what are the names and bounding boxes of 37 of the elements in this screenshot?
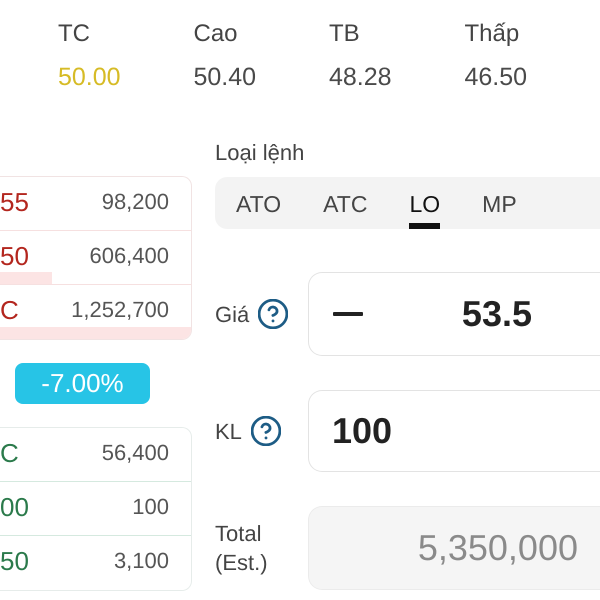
price-field[interactable]: 53.5 [308, 272, 600, 356]
stat-value: 46.50 [464, 62, 528, 93]
order-volume: 98,200 [102, 188, 169, 216]
order-price: 00 [0, 490, 29, 522]
order-volume: 606,400 [89, 242, 169, 270]
price-value: 53.5 [460, 293, 533, 335]
order-volume: 56,400 [102, 438, 169, 466]
stat-label: Cao [194, 19, 238, 49]
stat-value: 48.28 [329, 62, 392, 93]
stat-value: 50.00 [58, 62, 121, 93]
field-label: Giá [215, 300, 250, 328]
order-volume: 1,252,700 [71, 296, 169, 324]
order-price: 50 [0, 545, 29, 577]
order-type-tab[interactable]: ATO [236, 177, 282, 229]
quantity-field[interactable]: 100 [308, 390, 600, 472]
help-icon[interactable] [258, 299, 288, 329]
order-type-tab[interactable]: ATC [323, 177, 368, 229]
order-volume: 3,100 [114, 547, 169, 575]
help-icon[interactable] [250, 416, 281, 446]
order-volume: 100 [132, 492, 169, 520]
order-price: 55 [0, 186, 29, 218]
percent-badge: -7.00% [15, 363, 150, 404]
stat-label: TB [329, 19, 360, 49]
stat-label: TC [58, 19, 90, 49]
order-type-tab[interactable]: LO [409, 177, 440, 229]
order-type-label: Loại lệnh [215, 140, 304, 166]
total-value: 5,350,000 [418, 527, 578, 569]
order-price: 50 [0, 240, 29, 272]
field-label: KL [215, 418, 242, 446]
field-label: Total (Est.) [215, 520, 269, 577]
order-price: C [0, 294, 19, 326]
minus-icon [333, 312, 363, 316]
quantity-value: 100 [332, 410, 392, 452]
stat-value: 50.40 [194, 62, 256, 93]
order-type-tab[interactable]: MP [482, 177, 517, 229]
order-price: C [0, 436, 19, 468]
stat-label: Thấp [464, 19, 520, 49]
